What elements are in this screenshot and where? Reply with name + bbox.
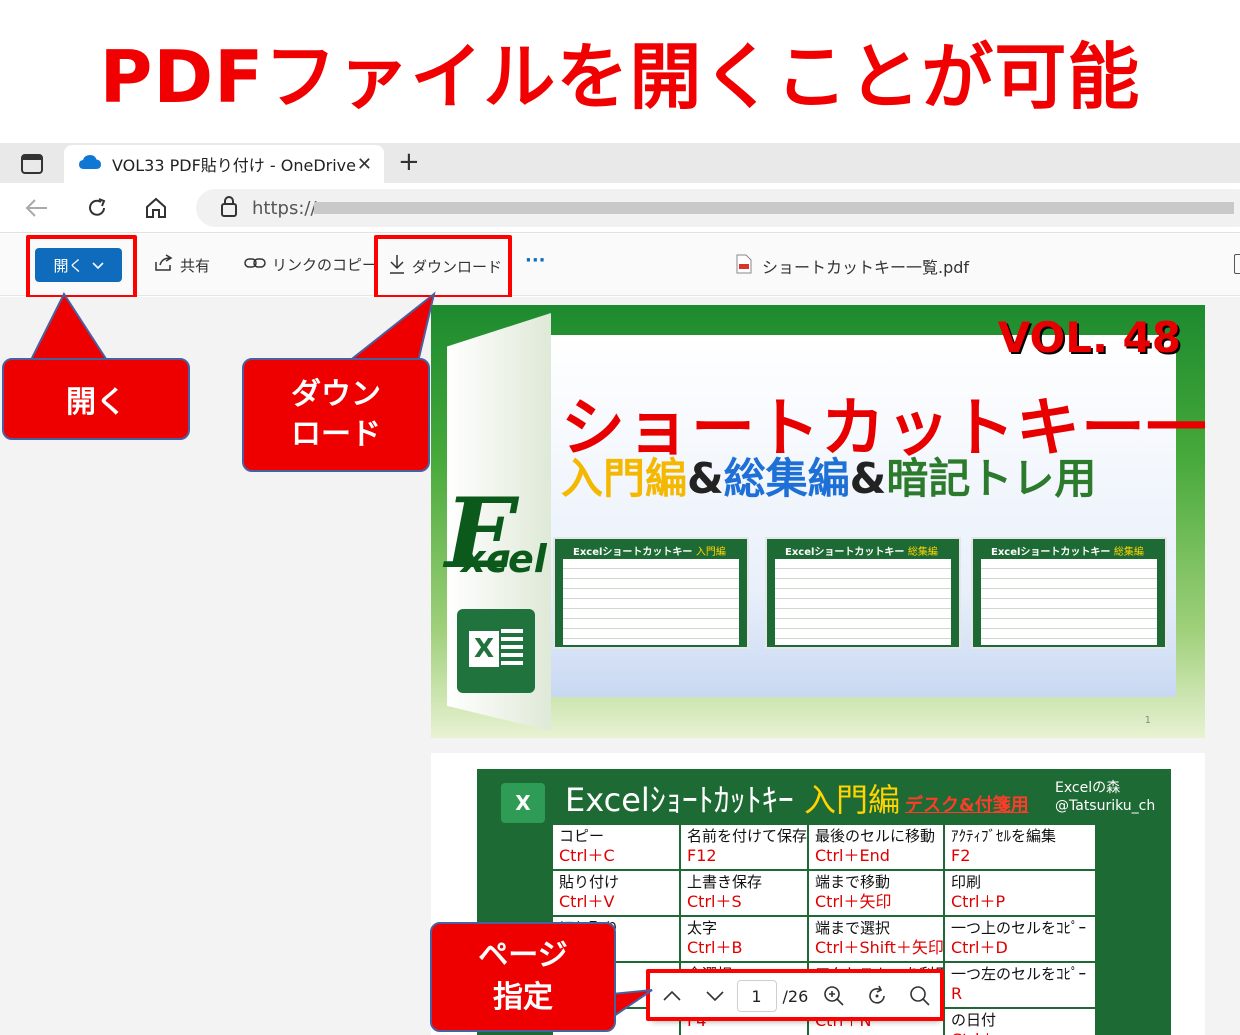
open-callout-pointer: [28, 291, 110, 363]
screenshot-page: PDFファイルを開くことが可能 VOL33 PDF貼り付け - OneDrive…: [0, 0, 1240, 1035]
page-callout: ページ 指定: [430, 922, 616, 1032]
open-callout: 開く: [2, 358, 190, 440]
callout-pointers: [28, 291, 653, 1018]
download-callout-pointer: [345, 291, 436, 363]
download-callout-line2: ロード: [291, 417, 381, 452]
page-callout-line1: ページ: [478, 938, 568, 973]
page-callout-line2: 指定: [493, 980, 553, 1015]
page-callout-pointer: [610, 989, 653, 1018]
download-callout: ダウン ロード: [242, 358, 430, 472]
open-callout-label: 開く: [66, 385, 126, 420]
download-callout-line1: ダウン: [291, 377, 381, 412]
